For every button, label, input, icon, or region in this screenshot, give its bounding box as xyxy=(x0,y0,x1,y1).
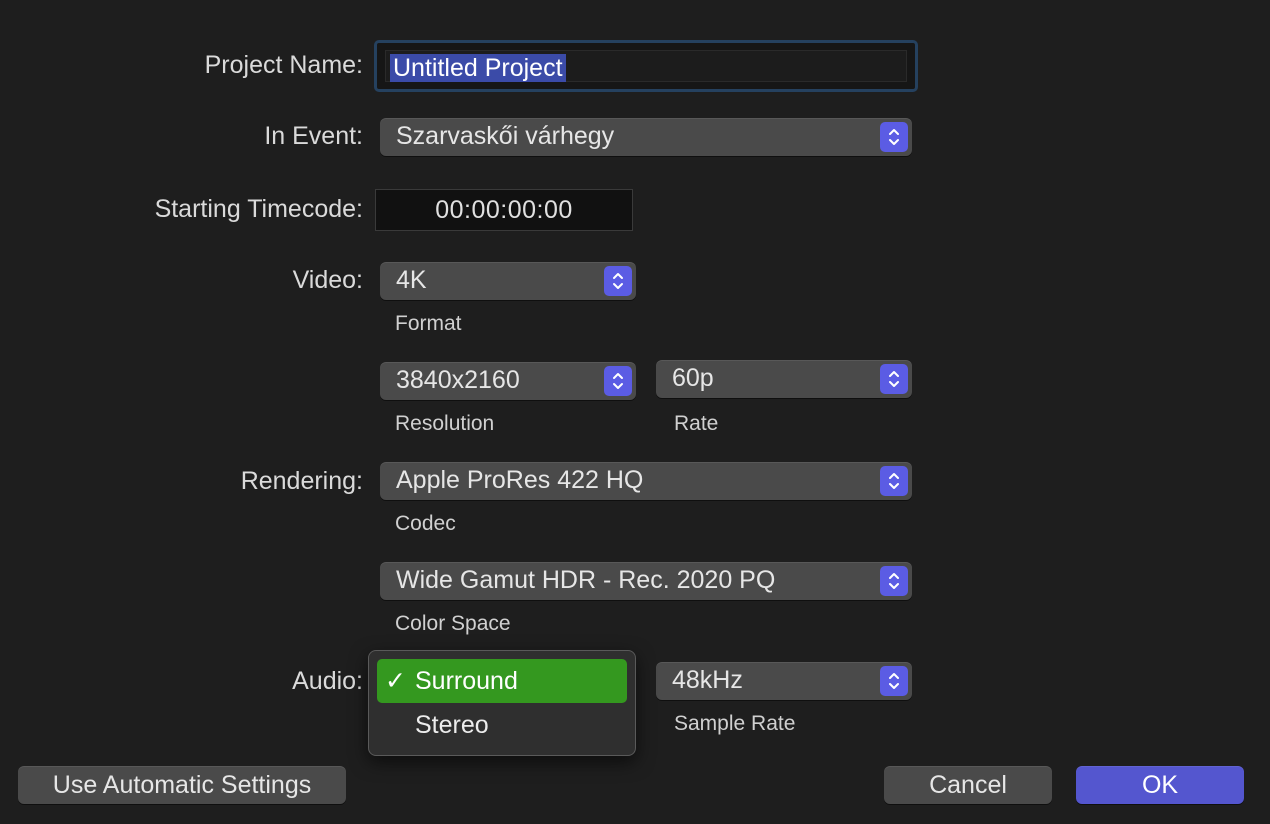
audio-channels-menu[interactable]: ✓ Surround Stereo xyxy=(368,650,636,756)
video-format-popup[interactable]: 4K xyxy=(380,262,636,300)
resolution-value: 3840x2160 xyxy=(396,366,520,394)
chevron-up-down-icon xyxy=(880,666,908,696)
sample-rate-value: 48kHz xyxy=(672,666,743,694)
project-name-input[interactable]: Untitled Project xyxy=(385,50,907,82)
in-event-popup[interactable]: Szarvaskői várhegy xyxy=(380,118,912,156)
in-event-label: In Event: xyxy=(264,122,363,150)
color-space-popup[interactable]: Wide Gamut HDR - Rec. 2020 PQ xyxy=(380,562,912,600)
chevron-up-down-icon xyxy=(880,364,908,394)
rate-value: 60p xyxy=(672,364,714,392)
use-automatic-settings-button[interactable]: Use Automatic Settings xyxy=(18,766,346,804)
starting-timecode-field[interactable]: 00:00:00:00 xyxy=(375,189,633,231)
rate-popup[interactable]: 60p xyxy=(656,360,912,398)
chevron-up-down-icon xyxy=(604,366,632,396)
chevron-up-down-icon xyxy=(880,466,908,496)
checkmark-icon: ✓ xyxy=(385,667,406,695)
resolution-caption: Resolution xyxy=(395,412,495,435)
codec-popup[interactable]: Apple ProRes 422 HQ xyxy=(380,462,912,500)
project-name-value: Untitled Project xyxy=(390,54,566,82)
cancel-button[interactable]: Cancel xyxy=(884,766,1052,804)
chevron-up-down-icon xyxy=(880,566,908,596)
menu-item-surround[interactable]: ✓ Surround xyxy=(377,659,627,703)
format-caption: Format xyxy=(395,312,462,335)
starting-timecode-label: Starting Timecode: xyxy=(154,195,363,223)
in-event-value: Szarvaskői várhegy xyxy=(396,122,615,150)
video-format-value: 4K xyxy=(396,266,427,294)
color-space-caption: Color Space xyxy=(395,612,511,635)
menu-item-stereo[interactable]: Stereo xyxy=(377,703,627,747)
chevron-up-down-icon xyxy=(604,266,632,296)
project-settings-dialog: Project Name: Untitled Project In Event:… xyxy=(0,0,1270,824)
menu-item-label: Surround xyxy=(415,667,518,695)
sample-rate-popup[interactable]: 48kHz xyxy=(656,662,912,700)
rendering-label: Rendering: xyxy=(240,467,363,495)
resolution-popup[interactable]: 3840x2160 xyxy=(380,362,636,400)
codec-value: Apple ProRes 422 HQ xyxy=(396,466,644,494)
rate-caption: Rate xyxy=(674,412,719,435)
menu-item-label: Stereo xyxy=(415,711,489,739)
chevron-up-down-icon xyxy=(880,122,908,152)
project-name-label: Project Name: xyxy=(204,51,363,79)
project-name-field[interactable]: Untitled Project xyxy=(374,40,918,92)
audio-label: Audio: xyxy=(292,667,363,695)
sample-rate-caption: Sample Rate xyxy=(674,712,796,735)
ok-button[interactable]: OK xyxy=(1076,766,1244,804)
color-space-value: Wide Gamut HDR - Rec. 2020 PQ xyxy=(396,566,776,594)
codec-caption: Codec xyxy=(395,512,456,535)
video-label: Video: xyxy=(292,266,363,294)
